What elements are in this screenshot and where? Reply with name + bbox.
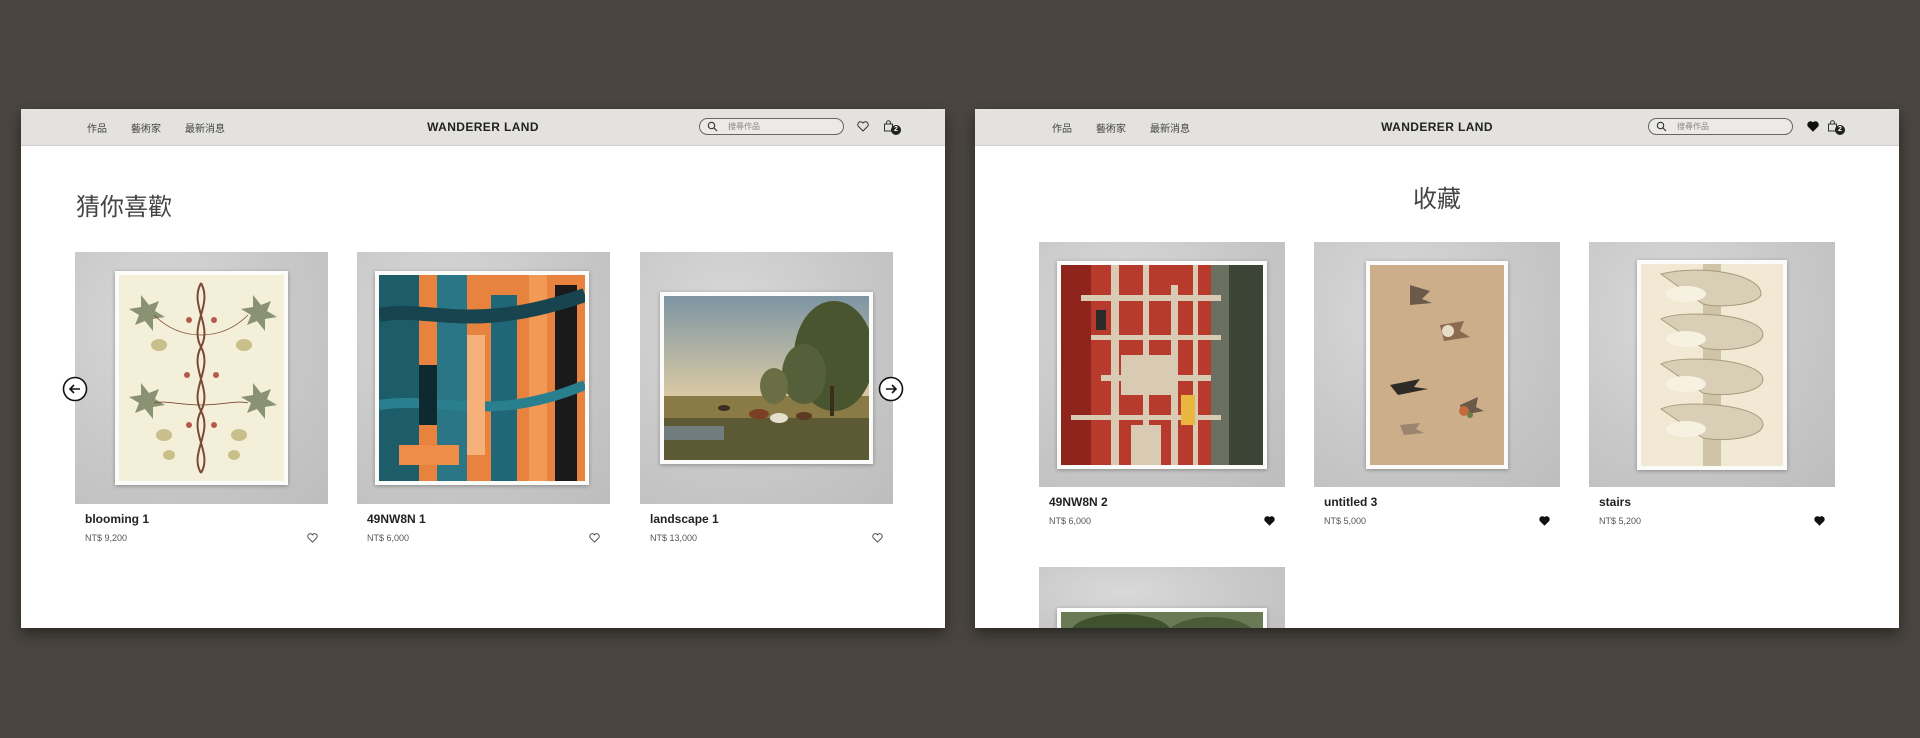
product-image[interactable] [75, 252, 328, 504]
product-image[interactable] [1589, 242, 1835, 487]
product-price: NT$ 5,000 [1324, 516, 1367, 526]
heart-icon[interactable] [872, 533, 883, 543]
carousel-prev-button[interactable] [62, 376, 88, 402]
heart-filled-icon [1807, 121, 1819, 132]
product-price: NT$ 13,000 [650, 533, 698, 543]
search-box[interactable] [699, 118, 844, 135]
cart-button[interactable]: 2 [1827, 119, 1845, 137]
product-card[interactable]: 49NW8N 2 NT$ 6,000 [1039, 242, 1285, 526]
artwork-botanical [119, 275, 284, 481]
artwork-abstract-red [1061, 265, 1263, 465]
nav-news[interactable]: 最新消息 [185, 120, 225, 135]
cart-count-badge: 2 [891, 125, 901, 135]
product-card[interactable]: blooming 1 NT$ 9,200 [75, 252, 328, 543]
heart-filled-icon[interactable] [1539, 516, 1550, 526]
artwork-stairs [1641, 264, 1783, 466]
search-box[interactable] [1648, 118, 1793, 135]
product-title[interactable]: untitled 3 [1324, 495, 1377, 509]
heart-filled-icon[interactable] [1264, 516, 1275, 526]
recommendations-window: 作品 藝術家 最新消息 WANDERER LAND 2 猜你喜歡 [21, 109, 945, 628]
navbar: 作品 藝術家 最新消息 WANDERER LAND 2 [975, 109, 1899, 146]
favorites-button[interactable] [1807, 119, 1819, 137]
page-title: 猜你喜歡 [76, 193, 172, 221]
nav-links: 作品 藝術家 最新消息 [1052, 109, 1190, 145]
nav-artists[interactable]: 藝術家 [131, 120, 161, 135]
artwork-abstract-teal [379, 275, 585, 481]
product-card[interactable]: stairs NT$ 5,200 [1589, 242, 1835, 526]
artwork-landscape [1061, 612, 1263, 628]
product-image[interactable] [1314, 242, 1560, 487]
heart-filled-icon[interactable] [1814, 516, 1825, 526]
product-title[interactable]: stairs [1599, 495, 1631, 509]
search-icon [707, 121, 718, 132]
nav-links: 作品 藝術家 最新消息 [87, 109, 225, 145]
cart-count-badge: 2 [1835, 125, 1845, 135]
product-image[interactable] [1039, 242, 1285, 487]
search-icon [1656, 121, 1667, 132]
search-input[interactable] [728, 120, 833, 133]
product-title[interactable]: 49NW8N 2 [1049, 495, 1108, 509]
carousel-next-button[interactable] [878, 376, 904, 402]
product-price: NT$ 6,000 [367, 533, 410, 543]
product-price: NT$ 9,200 [85, 533, 128, 543]
heart-icon [857, 121, 869, 132]
artwork-birds [1370, 265, 1504, 465]
page-title: 收藏 [1413, 185, 1461, 213]
product-card[interactable]: landscape 1 NT$ 13,000 [640, 252, 893, 543]
nav-artworks[interactable]: 作品 [87, 120, 107, 135]
product-card[interactable]: 49NW8N 1 NT$ 6,000 [357, 252, 610, 543]
product-card[interactable] [1039, 567, 1285, 628]
heart-icon[interactable] [589, 533, 600, 543]
product-image[interactable] [357, 252, 610, 504]
favorites-button[interactable] [857, 119, 869, 137]
nav-artworks[interactable]: 作品 [1052, 120, 1072, 135]
heart-icon[interactable] [307, 533, 318, 543]
navbar: 作品 藝術家 最新消息 WANDERER LAND 2 [21, 109, 945, 146]
product-image[interactable] [1039, 567, 1285, 628]
product-price: NT$ 5,200 [1599, 516, 1642, 526]
product-title[interactable]: landscape 1 [650, 512, 719, 526]
product-price: NT$ 6,000 [1049, 516, 1092, 526]
search-input[interactable] [1677, 120, 1782, 133]
nav-artists[interactable]: 藝術家 [1096, 120, 1126, 135]
nav-news[interactable]: 最新消息 [1150, 120, 1190, 135]
product-image[interactable] [640, 252, 893, 504]
product-title[interactable]: blooming 1 [85, 512, 149, 526]
product-card[interactable]: untitled 3 NT$ 5,000 [1314, 242, 1560, 526]
favorites-window: 作品 藝術家 最新消息 WANDERER LAND 2 收藏 [975, 109, 1899, 628]
cart-button[interactable]: 2 [883, 119, 901, 137]
product-title[interactable]: 49NW8N 1 [367, 512, 426, 526]
artwork-landscape [664, 296, 869, 460]
